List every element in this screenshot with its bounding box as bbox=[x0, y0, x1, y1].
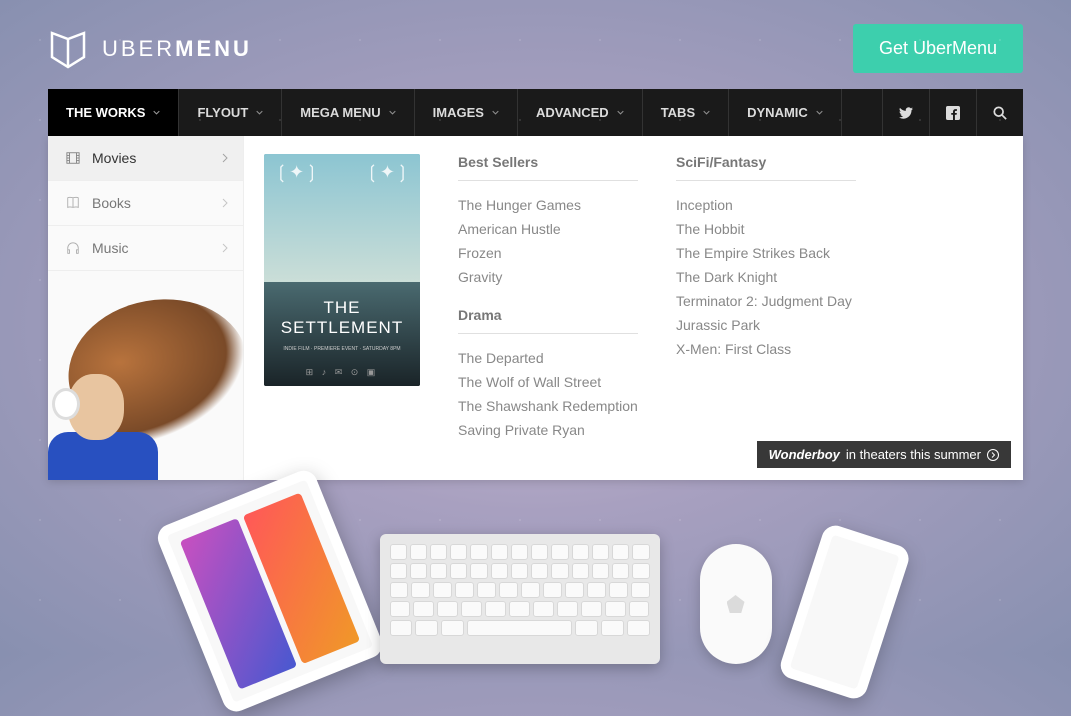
ubermenu-logo-icon bbox=[48, 29, 88, 69]
sidebar-item-music[interactable]: Music bbox=[48, 226, 243, 271]
get-ubermenu-button[interactable]: Get UberMenu bbox=[853, 24, 1023, 73]
phone-device bbox=[777, 522, 912, 702]
search-icon bbox=[993, 106, 1007, 120]
menu-link[interactable]: The Departed bbox=[458, 346, 638, 370]
film-icon bbox=[66, 151, 80, 165]
chevron-right-icon bbox=[221, 153, 229, 163]
main-navbar: THE WORKS FLYOUT MEGA MENU IMAGES ADVANC… bbox=[48, 89, 1023, 136]
movie-poster[interactable]: ❲✦❳ ❲✦❳ THE SETTLEMENT INDIE FILM · PREM… bbox=[264, 154, 420, 386]
nav-mega-menu[interactable]: MEGA MENU bbox=[282, 89, 414, 136]
menu-link[interactable]: The Dark Knight bbox=[676, 265, 856, 289]
facebook-button[interactable] bbox=[929, 89, 976, 136]
mega-menu-panel: Movies Books Music bbox=[48, 136, 1023, 480]
hero-caption[interactable]: Wonderboy in theaters this summer bbox=[757, 441, 1011, 468]
chevron-right-icon bbox=[221, 198, 229, 208]
menu-link[interactable]: The Hunger Games bbox=[458, 193, 638, 217]
chevron-down-icon bbox=[816, 109, 823, 116]
chevron-right-icon bbox=[221, 243, 229, 253]
column-right: SciFi/Fantasy Inception The Hobbit The E… bbox=[676, 154, 856, 462]
nav-tabs[interactable]: TABS bbox=[643, 89, 729, 136]
nav-dynamic[interactable]: DYNAMIC bbox=[729, 89, 842, 136]
nav-flyout[interactable]: FLYOUT bbox=[179, 89, 282, 136]
menu-link[interactable]: Gravity bbox=[458, 265, 638, 289]
arrow-right-circle-icon bbox=[987, 449, 999, 461]
column-left: Best Sellers The Hunger Games American H… bbox=[458, 154, 638, 462]
chevron-down-icon bbox=[153, 109, 160, 116]
twitter-icon bbox=[899, 106, 913, 120]
nav-advanced[interactable]: ADVANCED bbox=[518, 89, 643, 136]
menu-link[interactable]: Jurassic Park bbox=[676, 313, 856, 337]
facebook-icon bbox=[946, 106, 960, 120]
column-heading: SciFi/Fantasy bbox=[676, 154, 856, 181]
menu-link[interactable]: American Hustle bbox=[458, 217, 638, 241]
menu-link[interactable]: The Hobbit bbox=[676, 217, 856, 241]
menu-link[interactable]: The Wolf of Wall Street bbox=[458, 370, 638, 394]
twitter-button[interactable] bbox=[882, 89, 929, 136]
nav-label: DYNAMIC bbox=[747, 105, 808, 120]
laurel-icon: ❲✦❳ bbox=[274, 162, 319, 183]
chevron-down-icon bbox=[492, 109, 499, 116]
sidebar-item-label: Books bbox=[92, 195, 131, 211]
nav-spacer bbox=[842, 89, 882, 136]
nav-label: ADVANCED bbox=[536, 105, 609, 120]
nav-label: IMAGES bbox=[433, 105, 484, 120]
caption-text: in theaters this summer bbox=[846, 447, 981, 462]
sidebar-item-books[interactable]: Books bbox=[48, 181, 243, 226]
menu-link[interactable]: The Shawshank Redemption bbox=[458, 394, 638, 418]
mega-content: ❲✦❳ ❲✦❳ THE SETTLEMENT INDIE FILM · PREM… bbox=[244, 136, 1023, 480]
laurel-icon: ❲✦❳ bbox=[365, 162, 410, 183]
nav-label: THE WORKS bbox=[66, 105, 145, 120]
keyboard-device bbox=[380, 534, 660, 664]
mouse-device bbox=[700, 544, 772, 664]
menu-link[interactable]: Saving Private Ryan bbox=[458, 418, 638, 442]
menu-link[interactable]: The Empire Strikes Back bbox=[676, 241, 856, 265]
search-button[interactable] bbox=[976, 89, 1023, 136]
menu-link[interactable]: Inception bbox=[676, 193, 856, 217]
nav-label: MEGA MENU bbox=[300, 105, 380, 120]
column-heading: Best Sellers bbox=[458, 154, 638, 181]
mega-sidebar: Movies Books Music bbox=[48, 136, 244, 480]
menu-link[interactable]: Terminator 2: Judgment Day bbox=[676, 289, 856, 313]
nav-the-works[interactable]: THE WORKS bbox=[48, 89, 179, 136]
poster-social-icons: ⊞ ♪ ✉ ⊙ ▣ bbox=[264, 367, 420, 378]
chevron-down-icon bbox=[389, 109, 396, 116]
nav-images[interactable]: IMAGES bbox=[415, 89, 518, 136]
sidebar-hero-image bbox=[28, 300, 238, 480]
poster-subtitle: INDIE FILM · PREMIERE EVENT · SATURDAY 8… bbox=[264, 346, 420, 352]
nav-label: FLYOUT bbox=[197, 105, 248, 120]
book-icon bbox=[66, 196, 80, 210]
chevron-down-icon bbox=[256, 109, 263, 116]
sidebar-item-movies[interactable]: Movies bbox=[48, 136, 243, 181]
desk-scene bbox=[0, 484, 1071, 654]
poster-title: THE SETTLEMENT bbox=[264, 298, 420, 338]
page-header: UBERMENU Get UberMenu bbox=[0, 0, 1071, 89]
sidebar-item-label: Music bbox=[92, 240, 129, 256]
caption-title: Wonderboy bbox=[769, 447, 840, 462]
menu-link[interactable]: X-Men: First Class bbox=[676, 337, 856, 361]
headphones-icon bbox=[66, 241, 80, 255]
tablet-device bbox=[153, 467, 386, 716]
chevron-down-icon bbox=[703, 109, 710, 116]
column-heading: Drama bbox=[458, 307, 638, 334]
nav-label: TABS bbox=[661, 105, 695, 120]
brand-logo[interactable]: UBERMENU bbox=[48, 29, 252, 69]
sidebar-item-label: Movies bbox=[92, 150, 136, 166]
menu-link[interactable]: Frozen bbox=[458, 241, 638, 265]
brand-name: UBERMENU bbox=[102, 36, 252, 62]
chevron-down-icon bbox=[617, 109, 624, 116]
